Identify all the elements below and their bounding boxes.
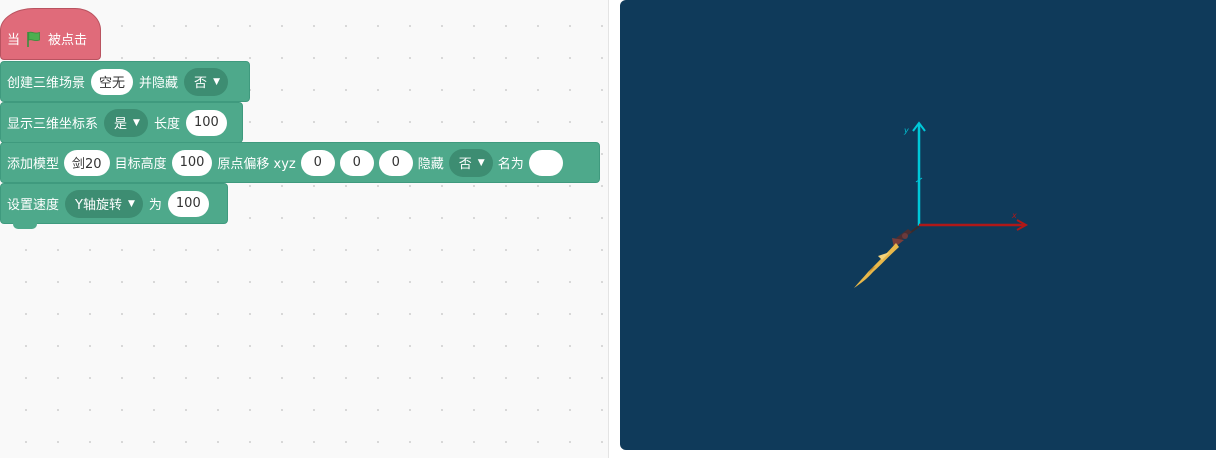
show-dropdown[interactable]: 是 ▼ bbox=[104, 108, 148, 137]
offset-x-input[interactable]: 0 bbox=[300, 149, 335, 176]
3d-stage[interactable]: y x bbox=[620, 0, 1216, 450]
set-speed-block[interactable]: 设置速度 Y轴旋转 ▼ 为 100 bbox=[0, 183, 228, 229]
block-label: 长度 bbox=[153, 117, 180, 132]
block-label: 创建三维场景 bbox=[7, 76, 86, 91]
block-label: 并隐藏 bbox=[139, 76, 179, 91]
hat-prefix-label: 当 bbox=[7, 33, 21, 48]
create-3d-scene-block[interactable]: 创建三维场景 空无 并隐藏 否 ▼ bbox=[0, 61, 250, 102]
y-axis-label: y bbox=[903, 126, 909, 135]
hide-dropdown[interactable]: 否 ▼ bbox=[448, 148, 493, 177]
add-model-block[interactable]: 添加模型 剑20 目标高度 100 原点偏移 xyz 0 0 0 隐藏 否 ▼ … bbox=[0, 142, 600, 183]
block-label: 设置速度 bbox=[7, 198, 60, 213]
block-notch bbox=[13, 223, 37, 229]
hide-dropdown[interactable]: 否 ▼ bbox=[184, 67, 228, 96]
code-workspace[interactable]: 当 被点击 创建三维场景 空无 并隐藏 否 ▼ 显示三维坐标系 是 ▼ 长度 1… bbox=[0, 0, 609, 458]
block-label: 目标高度 bbox=[114, 157, 167, 172]
length-input[interactable]: 100 bbox=[185, 109, 227, 136]
block-label: 隐藏 bbox=[417, 157, 444, 172]
caret-down-icon: ▼ bbox=[127, 198, 135, 209]
block-label: 原点偏移 xyz bbox=[217, 157, 296, 172]
when-flag-clicked-block[interactable]: 当 被点击 bbox=[0, 8, 101, 60]
dropdown-value: Y轴旋转 bbox=[75, 198, 122, 213]
caret-down-icon: ▼ bbox=[213, 76, 220, 87]
block-label: 名为 bbox=[497, 157, 524, 172]
speed-input[interactable]: 100 bbox=[167, 190, 209, 217]
axis-rotation-dropdown[interactable]: Y轴旋转 ▼ bbox=[65, 189, 143, 218]
block-label: 为 bbox=[148, 198, 162, 213]
target-height-input[interactable]: 100 bbox=[171, 149, 213, 176]
model-name-input[interactable] bbox=[528, 149, 563, 176]
caret-down-icon: ▼ bbox=[133, 117, 140, 128]
hat-suffix-label: 被点击 bbox=[48, 33, 88, 48]
show-3d-axes-block[interactable]: 显示三维坐标系 是 ▼ 长度 100 bbox=[0, 102, 243, 143]
offset-y-input[interactable]: 0 bbox=[339, 149, 374, 176]
block-label: 添加模型 bbox=[7, 157, 60, 172]
scene-input[interactable]: 空无 bbox=[91, 68, 134, 95]
x-axis-label: x bbox=[1011, 211, 1017, 220]
green-flag-icon bbox=[27, 31, 40, 47]
offset-z-input[interactable]: 0 bbox=[378, 149, 413, 176]
block-label: 显示三维坐标系 bbox=[7, 117, 99, 132]
dropdown-value: 否 bbox=[458, 157, 472, 172]
caret-down-icon: ▼ bbox=[477, 157, 485, 168]
dropdown-value: 是 bbox=[114, 117, 128, 132]
model-input[interactable]: 剑20 bbox=[64, 149, 110, 176]
sword-model bbox=[854, 225, 920, 288]
dropdown-value: 否 bbox=[194, 76, 208, 91]
3d-scene-canvas: y x bbox=[854, 121, 1029, 288]
